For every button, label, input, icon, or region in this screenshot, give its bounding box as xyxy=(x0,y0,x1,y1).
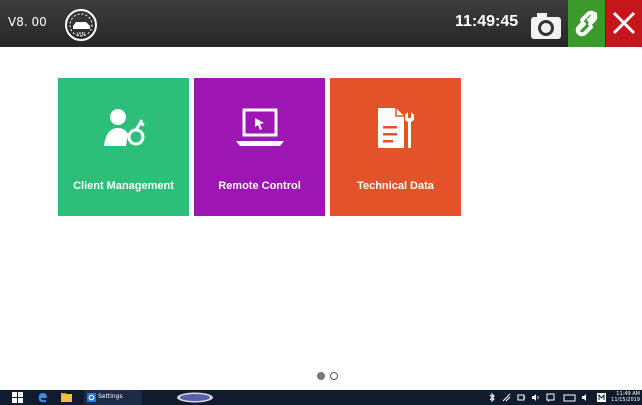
tray-clock[interactable]: 11:49 AM 11/15/2019 xyxy=(611,391,640,403)
page-dot-active[interactable] xyxy=(317,372,325,380)
volume-icon[interactable] xyxy=(531,392,540,403)
windows-taskbar: Settings 11:49 AM 11/15/2019 xyxy=(0,390,642,405)
close-button[interactable] xyxy=(606,0,642,47)
link-icon xyxy=(575,10,598,37)
vin-badge-text: VIN xyxy=(77,32,86,38)
battery-icon[interactable] xyxy=(517,392,526,403)
tile-label: Client Management xyxy=(73,180,174,192)
top-bar: V8. 00 VIN 11:49:45 xyxy=(0,0,642,47)
tile-technical-data[interactable]: Technical Data xyxy=(330,78,461,216)
tile-label: Technical Data xyxy=(357,180,434,192)
tray-date: 11/15/2019 xyxy=(611,397,640,403)
notification-icon[interactable] xyxy=(546,392,555,403)
keyboard-icon[interactable] xyxy=(563,392,576,403)
laptop-icon xyxy=(236,108,284,146)
network-icon[interactable] xyxy=(502,392,511,403)
link-button[interactable] xyxy=(568,0,605,47)
taskbar-settings-button[interactable]: Settings xyxy=(84,390,142,405)
tile-remote-control[interactable]: Remote Control xyxy=(194,78,325,216)
tile-client-management[interactable]: Client Management xyxy=(58,78,189,216)
page-indicator xyxy=(314,372,344,380)
camera-icon[interactable] xyxy=(528,11,564,41)
app-logo-icon[interactable] xyxy=(176,392,214,403)
page-dot[interactable] xyxy=(330,372,338,380)
language-icon[interactable] xyxy=(597,392,606,403)
vin-gauge-icon[interactable]: VIN xyxy=(64,8,98,42)
client-management-icon xyxy=(104,109,145,146)
file-explorer-icon[interactable] xyxy=(61,392,72,403)
version-label: V8. 00 xyxy=(8,15,47,29)
taskbar-settings-label: Settings xyxy=(98,393,123,400)
tile-label: Remote Control xyxy=(218,180,301,192)
settings-icon xyxy=(87,393,96,402)
windows-start-icon[interactable] xyxy=(12,392,23,403)
document-wrench-icon xyxy=(378,108,414,148)
edge-icon[interactable] xyxy=(37,392,48,403)
bluetooth-icon[interactable] xyxy=(488,392,496,403)
close-icon xyxy=(612,11,636,35)
volume-icon-2[interactable] xyxy=(581,392,590,403)
clock: 11:49:45 xyxy=(455,13,519,30)
